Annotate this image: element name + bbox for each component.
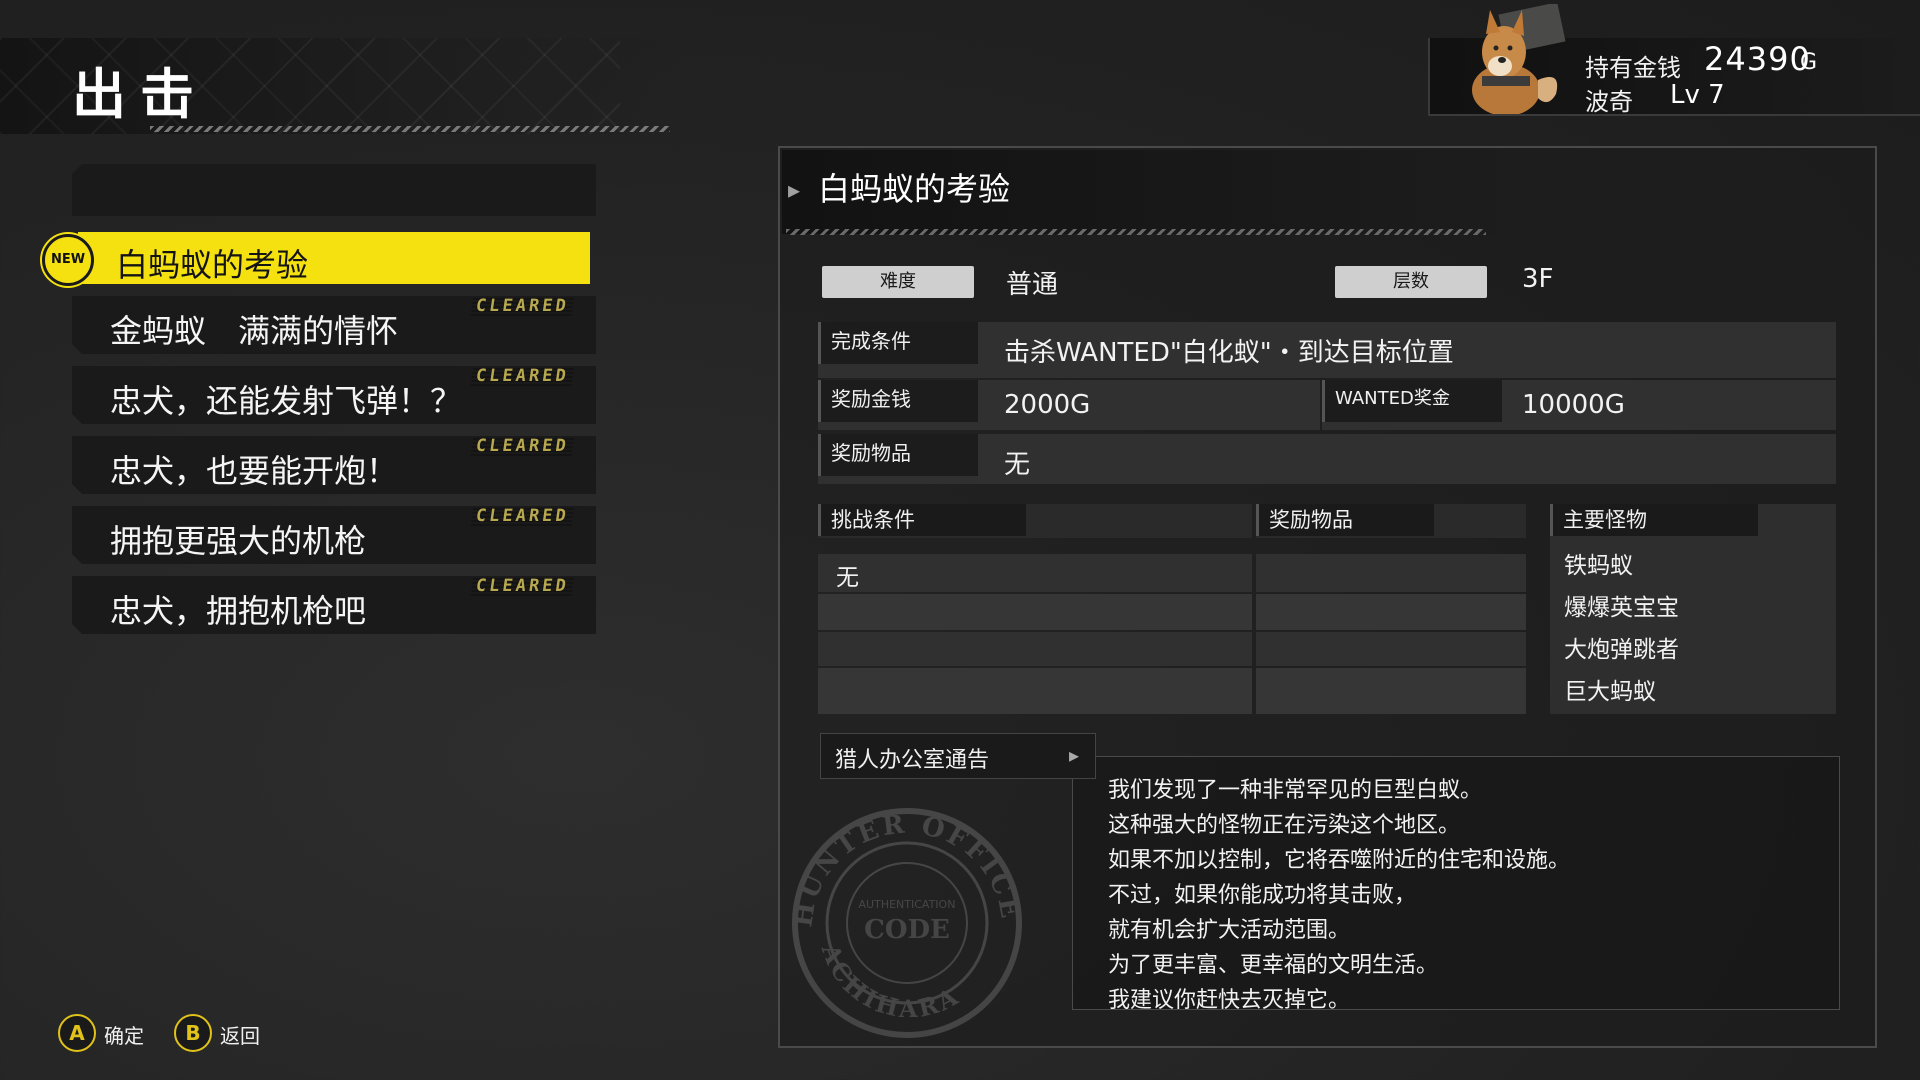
title-stripe: [150, 126, 670, 132]
challenge-cell: [818, 554, 1252, 592]
challenge-cell: [818, 594, 1252, 630]
back-label[interactable]: 返回: [220, 1020, 260, 1049]
pet-level: Lv 7: [1670, 80, 1725, 110]
dog-portrait-icon: [1472, 4, 1566, 114]
detail-stripe: [786, 229, 1486, 235]
cleared-badge: CLEARED: [470, 436, 575, 456]
notice-line: 不过，如果你能成功将其击败，: [1108, 883, 1417, 908]
mission-label: 金蚂蚁 满满的情怀: [110, 312, 399, 350]
svg-text:HUNTER OFFICE: HUNTER OFFICE: [788, 809, 1025, 929]
monsters-header: 主要怪物: [1550, 504, 1758, 536]
money-unit: G: [1800, 50, 1818, 75]
mission-list-header: [72, 164, 596, 216]
notice-line: 就有机会扩大活动范围。: [1108, 918, 1351, 943]
notice-line: 我们发现了一种非常罕见的巨型白蚁。: [1108, 778, 1483, 803]
challenge-cell: [818, 668, 1252, 714]
stamp-text-code: CODE: [864, 915, 950, 945]
challenge-value: 无: [836, 565, 859, 591]
cleared-badge: CLEARED: [470, 576, 575, 596]
challenge-conditions-header: 挑战条件: [818, 504, 1026, 536]
a-button-icon[interactable]: A: [58, 1014, 96, 1052]
new-badge: NEW: [42, 234, 94, 286]
monster-name: 大炮弹跳者: [1564, 637, 1679, 663]
difficulty-label: 难度: [822, 266, 974, 298]
detail-title: 白蚂蚁的考验: [818, 170, 1011, 208]
notice-tab-label: 猎人办公室通告: [835, 748, 990, 773]
challenge-item-cell: [1256, 632, 1526, 666]
monster-name: 巨大蚂蚁: [1564, 679, 1656, 705]
mission-label: 拥抱更强大的机枪: [110, 522, 367, 560]
chevron-right-icon: ▸: [788, 176, 801, 204]
completion-label: 完成条件: [818, 322, 978, 364]
wanted-bounty-label: WANTED奖金: [1322, 380, 1502, 422]
notice-line: 这种强大的怪物正在污染这个地区。: [1108, 813, 1461, 838]
reward-items-label: 奖励物品: [818, 434, 978, 476]
page-title: 出击: [72, 63, 208, 126]
confirm-label[interactable]: 确定: [104, 1020, 144, 1049]
difficulty-value: 普通: [1006, 270, 1059, 300]
notice-line: 为了更丰富、更幸福的文明生活。: [1108, 953, 1439, 978]
mission-label: 忠犬，拥抱机枪吧: [110, 592, 367, 630]
reward-items-value: 无: [1004, 450, 1031, 480]
cleared-badge: CLEARED: [470, 506, 575, 526]
completion-value: 击杀WANTED"白化蚁"・到达目标位置: [1004, 338, 1454, 368]
wanted-bounty-value: 10000G: [1522, 390, 1625, 420]
money-label: 持有金钱: [1585, 54, 1681, 82]
reward-money-label: 奖励金钱: [818, 380, 978, 422]
b-button-icon[interactable]: B: [174, 1014, 212, 1052]
money-value: 24390: [1704, 40, 1811, 78]
challenge-item-cell: [1256, 668, 1526, 714]
challenge-item-cell: [1256, 594, 1526, 630]
stamp-text-mid: AUTHENTICATION: [859, 898, 956, 911]
floors-value: 3F: [1522, 264, 1554, 294]
monster-name: 爆爆英宝宝: [1564, 595, 1679, 621]
monster-name: 铁蚂蚁: [1564, 553, 1633, 579]
challenge-item-cell: [1256, 554, 1526, 592]
mission-item-selected[interactable]: 白蚂蚁的考验: [78, 232, 590, 284]
reward-money-value: 2000G: [1004, 390, 1091, 420]
notice-line: 我建议你赶快去灭掉它。: [1108, 988, 1351, 1013]
notice-line: 如果不加以控制，它将吞噬附近的住宅和设施。: [1108, 848, 1571, 873]
chevron-right-icon: ▸: [1069, 743, 1080, 767]
mission-label: 忠犬，也要能开炮！: [110, 452, 399, 490]
challenge-items-header: 奖励物品: [1256, 504, 1434, 536]
mission-label: 白蚂蚁的考验: [116, 246, 309, 284]
floors-label: 层数: [1335, 266, 1487, 298]
challenge-cell: [818, 632, 1252, 666]
notice-tab[interactable]: 猎人办公室通告 ▸: [820, 733, 1096, 779]
stamp-text-top: HUNTER OFFICE: [788, 809, 1022, 929]
cleared-badge: CLEARED: [470, 366, 575, 386]
mission-label: 忠犬，还能发射飞弹！？: [110, 382, 463, 420]
cleared-badge: CLEARED: [470, 296, 575, 316]
pet-name: 波奇: [1585, 88, 1633, 116]
hunter-office-stamp: HUNTER OFFICE ACHIHARA AUTHENTICATION CO…: [788, 808, 1025, 1038]
